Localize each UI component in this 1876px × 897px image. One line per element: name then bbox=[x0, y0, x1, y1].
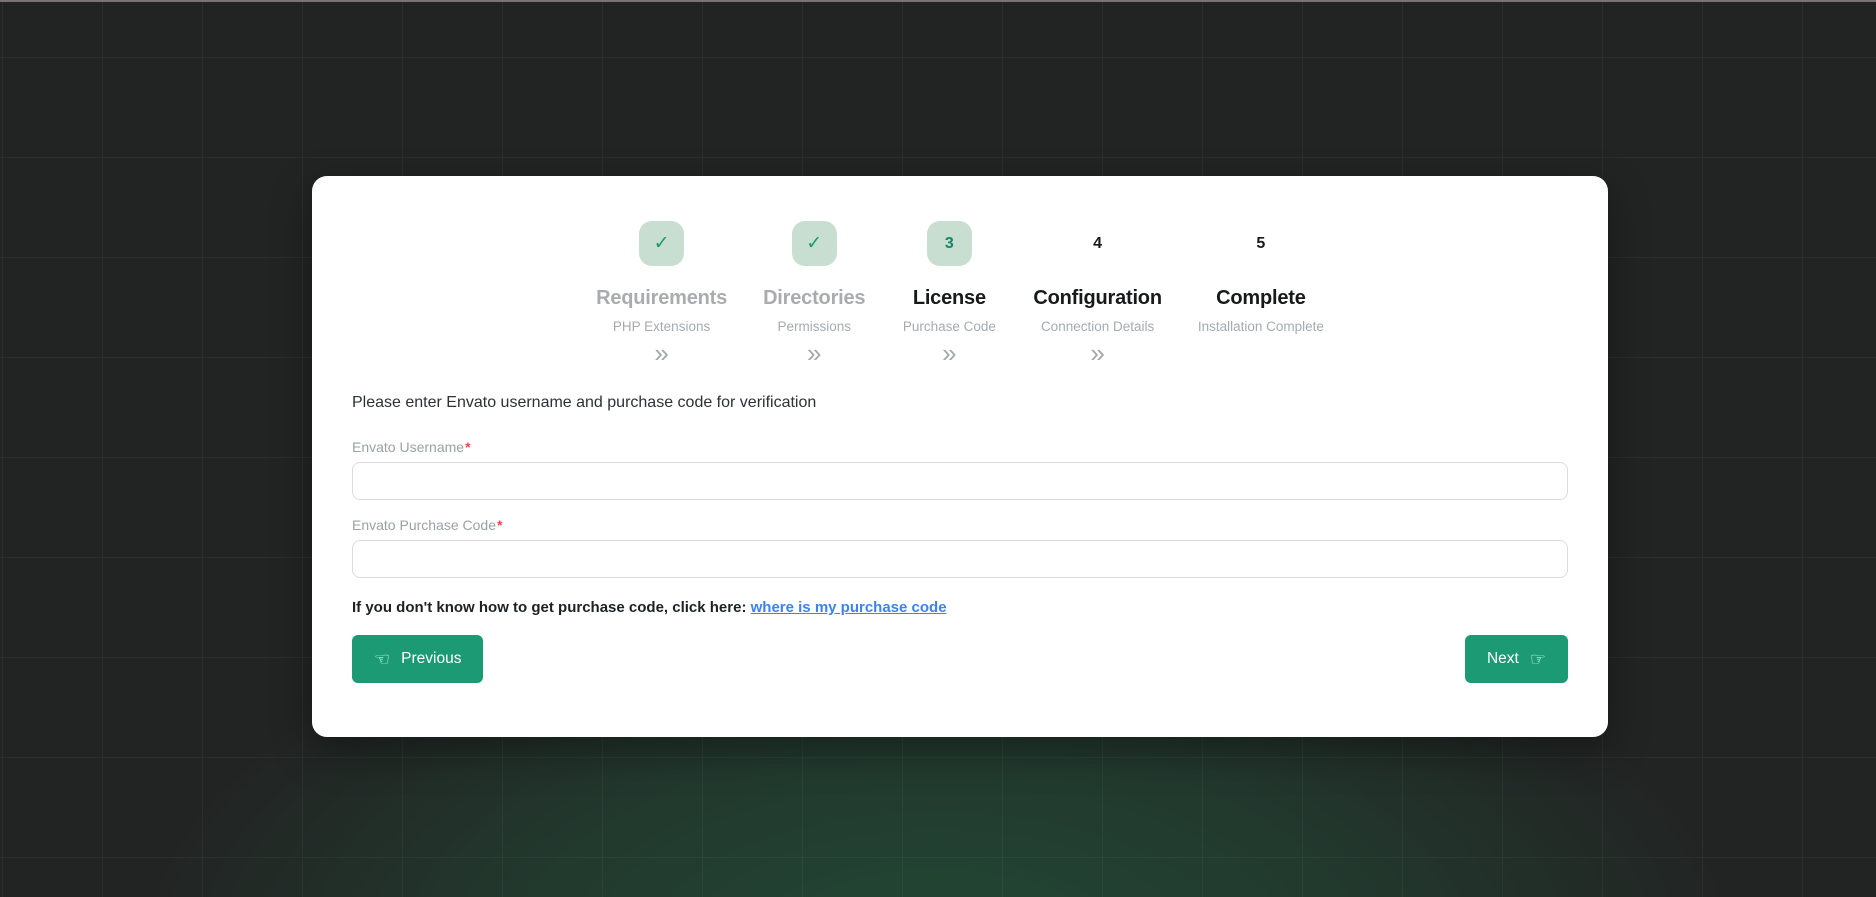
step-configuration: 4 Configuration Connection Details » bbox=[1033, 221, 1161, 366]
step-title: Directories bbox=[763, 287, 865, 310]
double-chevron-icon: » bbox=[654, 340, 668, 366]
step-directories-badge: ✓ bbox=[792, 221, 837, 266]
envato-username-input[interactable] bbox=[352, 462, 1568, 500]
step-complete-badge: 5 bbox=[1238, 221, 1283, 266]
double-chevron-icon: » bbox=[807, 340, 821, 366]
label-text: Envato Purchase Code bbox=[352, 517, 496, 533]
previous-button[interactable]: ☜ Previous bbox=[352, 635, 483, 683]
step-directories: ✓ Directories Permissions » bbox=[763, 221, 865, 366]
envato-username-label: Envato Username* bbox=[352, 439, 1568, 455]
step-requirements: ✓ Requirements PHP Extensions » bbox=[596, 221, 727, 366]
install-wizard-card: ✓ Requirements PHP Extensions » ✓ Direct… bbox=[312, 176, 1608, 737]
step-title: Complete bbox=[1216, 287, 1306, 310]
next-button[interactable]: Next ☞ bbox=[1465, 635, 1568, 683]
step-configuration-badge: 4 bbox=[1075, 221, 1120, 266]
step-subtitle: Purchase Code bbox=[903, 319, 996, 334]
step-license: 3 License Purchase Code » bbox=[901, 221, 997, 366]
label-text: Envato Username bbox=[352, 439, 464, 455]
page-background: ✓ Requirements PHP Extensions » ✓ Direct… bbox=[0, 0, 1876, 897]
step-subtitle: Permissions bbox=[777, 319, 851, 334]
step-number: 4 bbox=[1093, 235, 1102, 253]
check-icon: ✓ bbox=[654, 234, 670, 253]
envato-purchase-code-input[interactable] bbox=[352, 540, 1568, 578]
step-subtitle: Installation Complete bbox=[1198, 319, 1324, 334]
wizard-stepper: ✓ Requirements PHP Extensions » ✓ Direct… bbox=[312, 176, 1608, 366]
step-title: Requirements bbox=[596, 287, 727, 310]
purchase-code-hint: If you don't know how to get purchase co… bbox=[352, 599, 1568, 616]
step-number: 5 bbox=[1256, 235, 1265, 253]
step-license-badge: 3 bbox=[927, 221, 972, 266]
hint-text: If you don't know how to get purchase co… bbox=[352, 599, 751, 616]
step-requirements-badge: ✓ bbox=[639, 221, 684, 266]
step-subtitle: PHP Extensions bbox=[613, 319, 710, 334]
check-icon: ✓ bbox=[806, 234, 822, 253]
previous-button-label: Previous bbox=[401, 650, 461, 668]
license-intro-text: Please enter Envato username and purchas… bbox=[352, 394, 1568, 412]
step-title: Configuration bbox=[1033, 287, 1161, 310]
double-chevron-icon: » bbox=[1090, 340, 1104, 366]
step-number: 3 bbox=[945, 235, 954, 253]
right-pointing-hand-icon: ☞ bbox=[1530, 650, 1546, 668]
window-top-edge bbox=[0, 0, 1876, 2]
double-chevron-icon: » bbox=[942, 340, 956, 366]
purchase-code-help-link[interactable]: where is my purchase code bbox=[751, 599, 947, 616]
step-title: License bbox=[913, 287, 986, 310]
license-step-body: Please enter Envato username and purchas… bbox=[312, 394, 1608, 683]
left-pointing-hand-icon: ☜ bbox=[374, 650, 390, 668]
required-asterisk: * bbox=[497, 517, 502, 533]
step-subtitle: Connection Details bbox=[1041, 319, 1154, 334]
step-complete: 5 Complete Installation Complete bbox=[1198, 221, 1324, 340]
next-button-label: Next bbox=[1487, 650, 1519, 668]
wizard-actions: ☜ Previous Next ☞ bbox=[352, 635, 1568, 683]
required-asterisk: * bbox=[465, 439, 470, 455]
envato-purchase-code-label: Envato Purchase Code* bbox=[352, 517, 1568, 533]
